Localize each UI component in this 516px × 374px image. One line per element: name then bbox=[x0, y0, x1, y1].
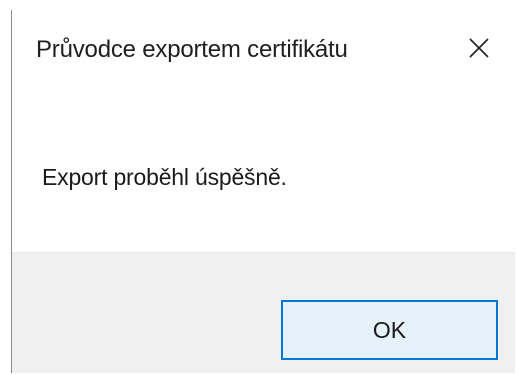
status-message: Export proběhl úspěšně. bbox=[42, 164, 287, 190]
window-title: Průvodce exportem certifikátu bbox=[36, 36, 348, 63]
title-bar: Průvodce exportem certifikátu bbox=[12, 10, 515, 88]
dialog-content: Export proběhl úspěšně. bbox=[12, 88, 515, 252]
close-button[interactable] bbox=[461, 30, 497, 66]
dialog-footer: OK bbox=[12, 252, 515, 373]
ok-button[interactable]: OK bbox=[281, 300, 498, 360]
close-icon bbox=[469, 38, 489, 58]
dialog-window: Průvodce exportem certifikátu Export pro… bbox=[11, 10, 515, 373]
